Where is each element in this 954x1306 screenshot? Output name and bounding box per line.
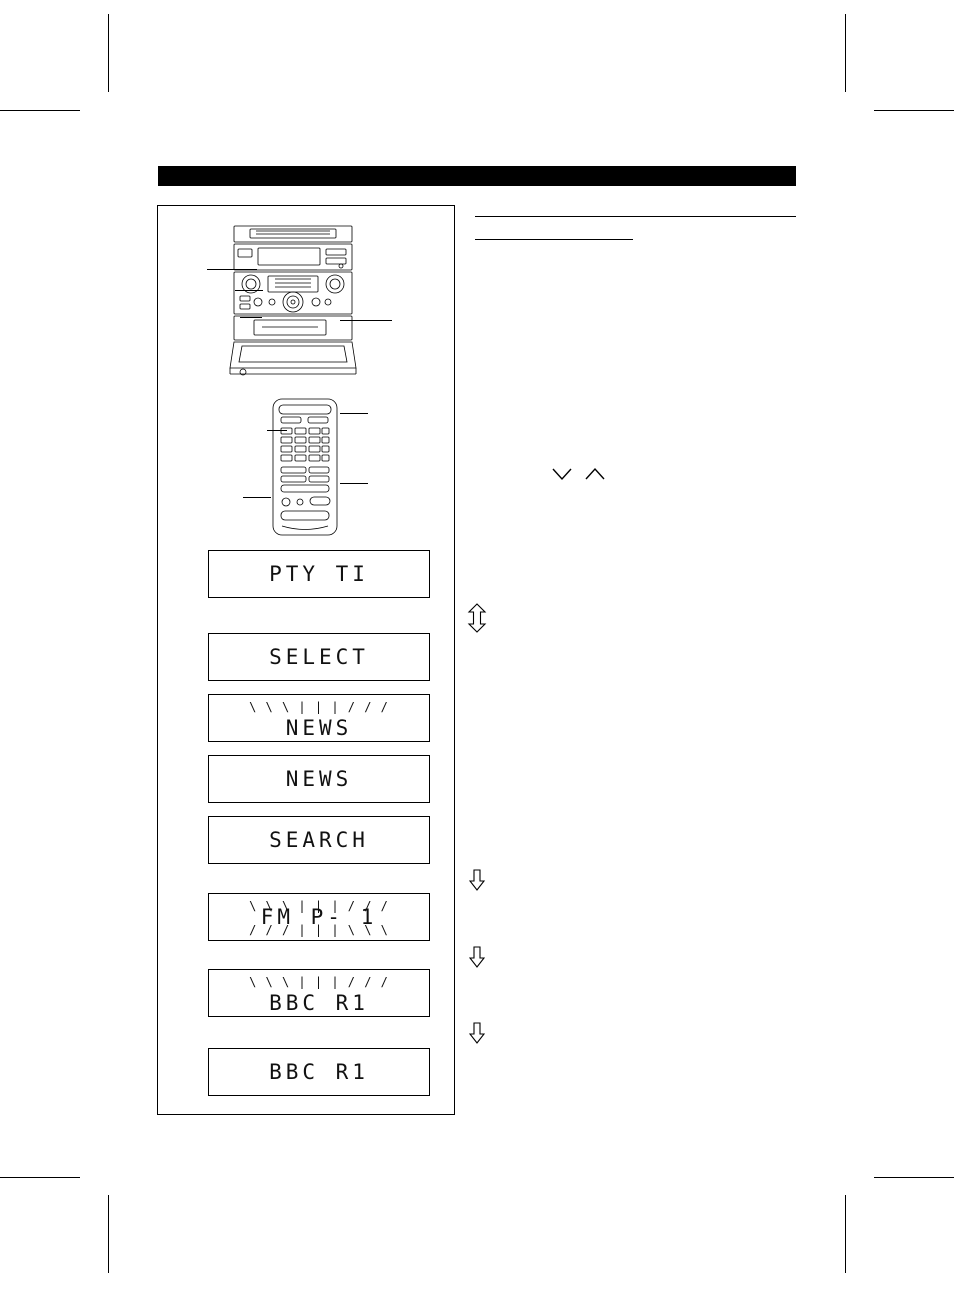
display-text-2: SELECT <box>269 645 369 669</box>
crop-mark-right-vertical <box>845 14 846 92</box>
display-text-4: NEWS <box>285 767 353 791</box>
crop-mark-bottom-left-horizontal <box>0 1177 80 1178</box>
page-root: PTY TI SELECT \ \ \ | | | / / / NEWS NEW… <box>0 0 954 1306</box>
leader-line-button-b <box>240 317 262 318</box>
leader-line-remote-top <box>340 413 368 414</box>
leader-line-remote-right <box>340 483 368 484</box>
leader-line-remote-bottom <box>243 497 271 498</box>
heading-rule-short <box>475 239 633 240</box>
crop-mark-top-right-horizontal <box>874 110 954 111</box>
crop-mark-top-left-horizontal <box>0 110 80 111</box>
crop-mark-bottom-right-vertical <box>845 1195 846 1273</box>
arrow-down-1 <box>0 869 954 891</box>
display-panel-7: \ \ \ | | | / / / BBC R1 <box>208 969 430 1017</box>
leader-line-remote-left <box>267 430 287 431</box>
flashing-ticks-bottom-6: / / / | | | \ \ \ <box>249 923 389 937</box>
display-text-1: PTY TI <box>269 562 369 586</box>
display-text-5: SEARCH <box>269 828 369 852</box>
display-panel-2: SELECT <box>208 633 430 681</box>
chevron-up-icon <box>584 466 606 487</box>
chevron-down-icon <box>551 466 573 487</box>
mini-hifi-system-illustration <box>228 222 358 385</box>
arrow-double-vertical <box>0 603 954 633</box>
leader-line-button-a <box>235 290 263 291</box>
crop-mark-bottom-left-vertical <box>108 1195 109 1273</box>
display-panel-8: BBC R1 <box>208 1048 430 1096</box>
arrow-down-3 <box>0 1022 954 1044</box>
display-panel-4: NEWS <box>208 755 430 803</box>
display-panel-6: \ \ \ | | | / / / FM P- 1 / / / | | | \ … <box>208 893 430 941</box>
crop-mark-bottom-right-horizontal <box>874 1177 954 1178</box>
leader-line-display <box>207 269 257 270</box>
display-text-7: BBC R1 <box>269 991 369 1015</box>
display-panel-3: \ \ \ | | | / / / NEWS <box>208 694 430 742</box>
display-panel-5: SEARCH <box>208 816 430 864</box>
leader-line-jog <box>340 320 392 321</box>
remote-control-illustration <box>270 396 340 538</box>
crop-mark-left-vertical <box>108 14 109 92</box>
arrow-down-2 <box>0 946 954 968</box>
heading-rule-long <box>475 216 796 217</box>
display-text-8: BBC R1 <box>269 1060 369 1084</box>
display-panel-1: PTY TI <box>208 550 430 598</box>
display-text-3: NEWS <box>285 716 353 740</box>
section-title-bar <box>158 166 796 186</box>
